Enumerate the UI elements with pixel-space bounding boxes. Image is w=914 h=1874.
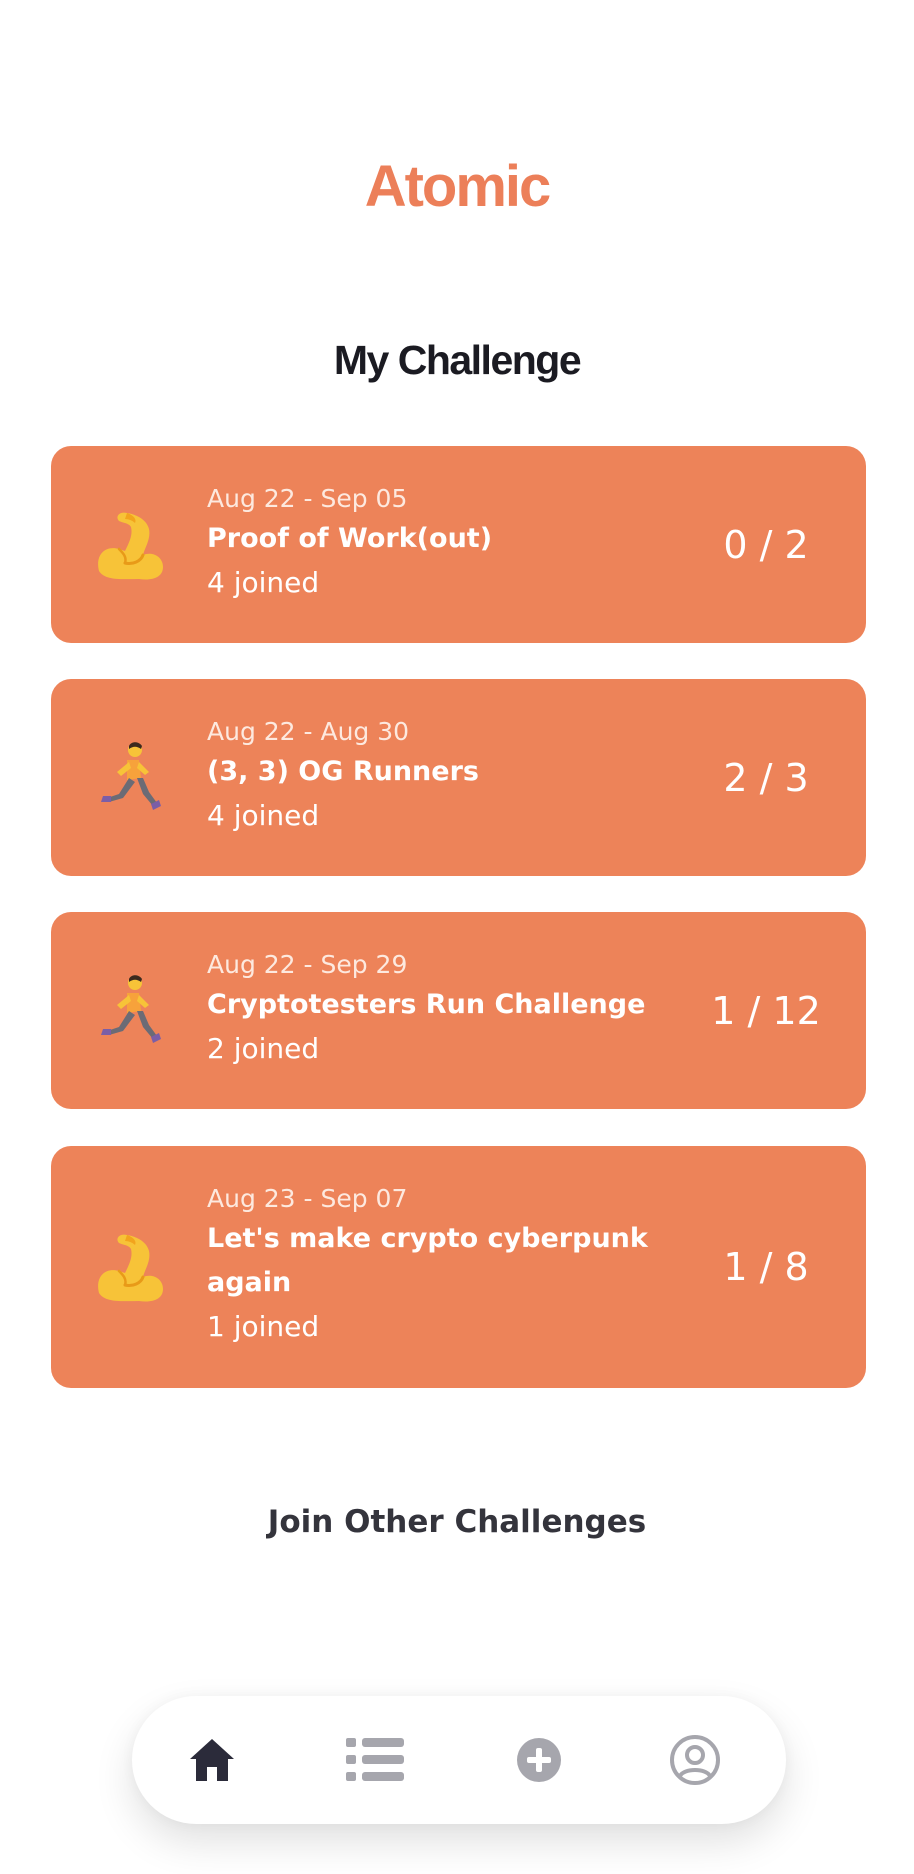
challenge-dates: Aug 23 - Sep 07 [207,1184,408,1213]
flexed-biceps-icon [89,1227,169,1307]
challenge-info: Aug 22 - Sep 29 Cryptotesters Run Challe… [207,947,677,1071]
plus-circle-icon [517,1738,561,1782]
challenge-joined-count: 4 joined [207,566,320,599]
app-title: Atomic [364,154,552,219]
challenge-card[interactable]: Aug 22 - Sep 05 Proof of Work(out) 4 joi… [51,446,866,643]
challenge-name: (3, 3) OG Runners [207,756,479,787]
nav-home-button[interactable] [152,1696,272,1824]
challenge-joined-count: 2 joined [207,1032,320,1065]
user-circle-icon [670,1735,720,1785]
challenge-card[interactable]: Aug 22 - Sep 29 Cryptotesters Run Challe… [51,912,866,1109]
challenge-dates: Aug 22 - Sep 05 [207,484,408,513]
list-icon [346,1738,404,1781]
challenge-card[interactable]: Aug 22 - Aug 30 (3, 3) OG Runners 4 join… [51,679,866,876]
bottom-nav-bar [132,1696,786,1824]
challenge-name: Let's make crypto cyberpunk again [207,1223,648,1298]
challenge-progress: 1 / 8 [723,1245,809,1289]
challenge-joined-count: 1 joined [207,1310,320,1343]
flexed-biceps-icon [89,505,169,585]
nav-list-button[interactable] [315,1696,435,1824]
challenge-progress: 2 / 3 [723,755,809,800]
runner-icon [89,971,169,1051]
challenge-info: Aug 23 - Sep 07 Let's make crypto cyberp… [207,1181,677,1349]
challenge-joined-count: 4 joined [207,799,320,832]
challenge-progress: 1 / 12 [711,988,821,1033]
nav-profile-button[interactable] [635,1696,755,1824]
challenge-info: Aug 22 - Sep 05 Proof of Work(out) 4 joi… [207,481,677,605]
join-other-challenges-link[interactable]: Join Other Challenges [0,1500,914,1544]
challenge-dates: Aug 22 - Aug 30 [207,717,410,746]
challenge-name: Cryptotesters Run Challenge [207,989,646,1020]
runner-icon [89,738,169,818]
home-icon [190,1739,234,1781]
challenge-dates: Aug 22 - Sep 29 [207,950,408,979]
section-title: My Challenge [333,337,582,383]
challenge-name: Proof of Work(out) [207,523,493,554]
nav-create-button[interactable] [479,1696,599,1824]
challenge-progress: 0 / 2 [723,522,809,567]
challenge-card[interactable]: Aug 23 - Sep 07 Let's make crypto cyberp… [51,1146,866,1388]
challenge-info: Aug 22 - Aug 30 (3, 3) OG Runners 4 join… [207,714,677,838]
